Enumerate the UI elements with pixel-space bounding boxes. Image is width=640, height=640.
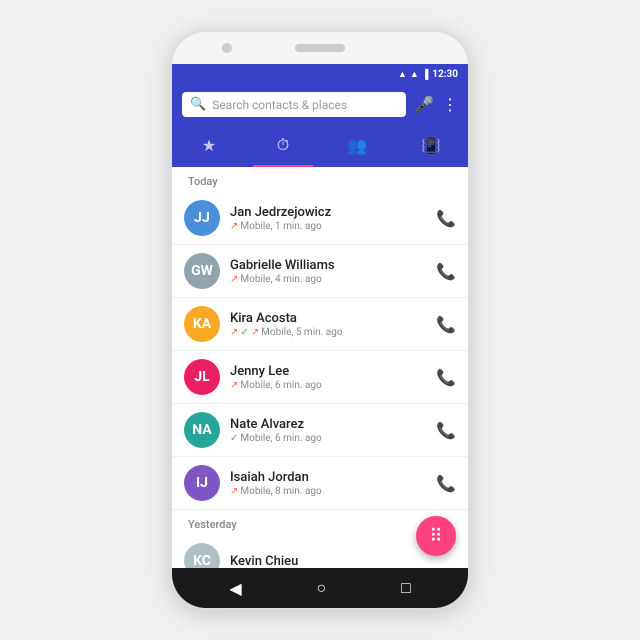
tab-favorites[interactable]: ★ [172,125,246,165]
call-icon[interactable]: 📞 [436,421,456,440]
contact-info: Isaiah Jordan ↗ Mobile, 8 min. ago [230,470,436,497]
status-bar: ▲ ▲ ▐ 12:30 [172,64,468,84]
contact-detail: ↗ Mobile, 1 min. ago [230,221,436,232]
tab-recent[interactable]: ⏱ [246,125,320,165]
avatar: NA [184,412,220,448]
contact-name: Gabrielle Williams [230,258,436,273]
search-icon: 🔍 [190,97,206,112]
avatar: KA [184,306,220,342]
mic-icon[interactable]: 🎤 [414,95,434,114]
avatar: JJ [184,200,220,236]
call-icon[interactable]: 📞 [436,209,456,228]
list-item[interactable]: NA Nate Alvarez ✓ Mobile, 6 min. ago 📞 [172,404,468,457]
search-placeholder: Search contacts & places [212,98,398,112]
wifi-icon: ▲ [410,69,419,80]
recent-icon: ⏱ [277,135,289,155]
contact-name: Jenny Lee [230,364,436,379]
voicemail-icon: 📳 [421,136,441,155]
signal-icon: ▲ [398,69,407,80]
list-item[interactable]: JL Jenny Lee ↗ Mobile, 6 min. ago 📞 [172,351,468,404]
contact-detail: ↗ Mobile, 4 min. ago [230,274,436,285]
recents-button[interactable]: □ [401,578,411,598]
call-icon[interactable]: 📞 [436,474,456,493]
nav-bar: ◀ ○ □ [172,568,468,608]
phone-camera [222,43,232,53]
avatar: GW [184,253,220,289]
call-icon[interactable]: 📞 [436,368,456,387]
contact-info: Kevin Chieu [230,554,456,569]
call-icon[interactable]: 📞 [436,262,456,281]
contact-name: Isaiah Jordan [230,470,436,485]
call-arrow-icon: ↗ [230,327,238,338]
call-arrow-icon: ↗ [251,327,259,338]
section-today: Today [172,167,468,192]
contacts-icon: 👥 [347,136,367,155]
dialpad-icon: ⠿ [429,526,442,547]
avatar: KC [184,543,220,568]
avatar: IJ [184,465,220,501]
content-area: Today JJ Jan Jedrzejowicz ↗ Mobile, 1 mi… [172,167,468,568]
app-bar: 🔍 Search contacts & places 🎤 ⋮ [172,84,468,125]
phone-top-bar [172,32,468,64]
contact-detail: ↗ Mobile, 6 min. ago [230,380,436,391]
dialpad-fab[interactable]: ⠿ [416,516,456,556]
call-arrow-icon: ↗ [230,486,238,497]
search-bar[interactable]: 🔍 Search contacts & places [182,92,406,117]
contact-info: Nate Alvarez ✓ Mobile, 6 min. ago [230,417,436,444]
call-arrow-icon: ↗ [230,380,238,391]
contact-name: Jan Jedrzejowicz [230,205,436,220]
tabs-bar: ★ ⏱ 👥 📳 [172,125,468,167]
contact-info: Jan Jedrzejowicz ↗ Mobile, 1 min. ago [230,205,436,232]
contact-detail: ↗ Mobile, 8 min. ago [230,486,436,497]
call-arrow-icon: ↗ [230,274,238,285]
phone-speaker [295,44,345,52]
call-icon[interactable]: 📞 [436,315,456,334]
contact-name: Kira Acosta [230,311,436,326]
avatar: JL [184,359,220,395]
home-button[interactable]: ○ [316,578,326,598]
tab-voicemail[interactable]: 📳 [394,125,468,165]
contact-name: Kevin Chieu [230,554,456,569]
checkmark-icon: ✓ [230,433,238,444]
status-icons: ▲ ▲ ▐ [398,69,428,80]
tab-contacts[interactable]: 👥 [320,125,394,165]
list-item[interactable]: JJ Jan Jedrzejowicz ↗ Mobile, 1 min. ago… [172,192,468,245]
list-item[interactable]: KA Kira Acosta ↗ ✓ ↗ Mobile, 5 min. ago … [172,298,468,351]
contact-name: Nate Alvarez [230,417,436,432]
phone-frame: ▲ ▲ ▐ 12:30 🔍 Search contacts & places 🎤… [170,30,470,610]
call-arrow-icon: ↗ [230,221,238,232]
back-button[interactable]: ◀ [229,579,241,598]
list-item[interactable]: GW Gabrielle Williams ↗ Mobile, 4 min. a… [172,245,468,298]
contact-detail: ✓ Mobile, 6 min. ago [230,433,436,444]
contact-info: Gabrielle Williams ↗ Mobile, 4 min. ago [230,258,436,285]
list-item[interactable]: IJ Isaiah Jordan ↗ Mobile, 8 min. ago 📞 [172,457,468,510]
contact-info: Kira Acosta ↗ ✓ ↗ Mobile, 5 min. ago [230,311,436,338]
contact-detail: ↗ ✓ ↗ Mobile, 5 min. ago [230,327,436,338]
battery-icon: ▐ [422,69,428,80]
more-options-icon[interactable]: ⋮ [442,95,458,114]
contact-info: Jenny Lee ↗ Mobile, 6 min. ago [230,364,436,391]
favorites-icon: ★ [202,136,216,155]
checkmark-icon: ✓ [240,327,248,338]
status-time: 12:30 [432,69,458,80]
